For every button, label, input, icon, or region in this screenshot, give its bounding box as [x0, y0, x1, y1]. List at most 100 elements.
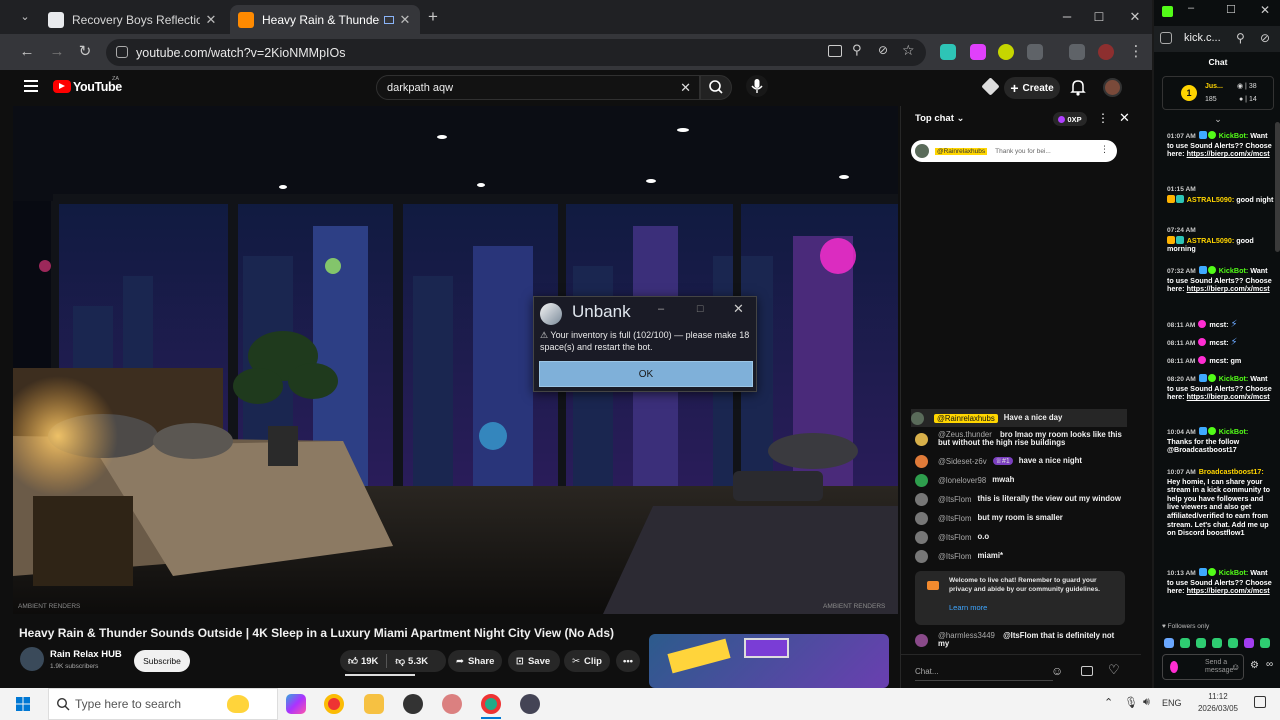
chat-input[interactable]: Chat... [915, 663, 1053, 681]
install-app-icon[interactable] [828, 45, 842, 57]
chrome-icon[interactable] [324, 694, 344, 714]
super-chat-icon[interactable] [1081, 666, 1093, 676]
close-window-icon[interactable]: ✕ [1260, 3, 1270, 17]
clip-button[interactable]: ✂ Clip [564, 650, 610, 672]
tab-search-button[interactable]: ⌄ [14, 6, 36, 28]
video-player[interactable]: AMBIENT RENDERS AMBIENT RENDERS [13, 106, 898, 614]
microphone-icon[interactable]: 🎙︎ [1124, 696, 1138, 709]
channel-avatar[interactable] [20, 647, 44, 671]
like-button[interactable]: 👍︎ 19K [348, 655, 378, 668]
message-author[interactable]: @Sideset-z6v [938, 457, 987, 466]
ok-button[interactable]: OK [539, 361, 753, 387]
emote-icon[interactable] [1228, 638, 1238, 648]
site-info-icon[interactable] [1160, 32, 1172, 44]
search-button[interactable] [700, 75, 732, 100]
emote-icon[interactable] [1212, 638, 1222, 648]
message-author[interactable]: @ItsFlom [938, 552, 971, 561]
clock[interactable]: 11:12 2026/03/05 [1190, 691, 1246, 715]
kick-message-input[interactable]: Send a message ☺ [1162, 654, 1244, 680]
speaker-icon[interactable]: 🔊︎ [1143, 696, 1150, 709]
dialog-minimize-icon[interactable]: – [658, 303, 664, 315]
zoom-icon[interactable]: ⚲ [852, 42, 862, 58]
app-icon[interactable] [520, 694, 540, 714]
emote-bar[interactable] [1164, 636, 1280, 650]
top-chat-dropdown[interactable]: Top chat ⌄ [915, 113, 965, 124]
taskbar-search-input[interactable]: Type here to search [48, 688, 278, 720]
youtube-logo-icon[interactable] [53, 80, 71, 93]
recommended-thumbnail[interactable] [649, 634, 889, 688]
extension-icon[interactable] [970, 44, 986, 60]
reading-list-icon[interactable] [1069, 44, 1085, 60]
channel-name[interactable]: Rain Relax HUB [50, 649, 122, 660]
settings-icon[interactable]: ⚙ [1250, 660, 1259, 671]
site-info-icon[interactable] [116, 46, 128, 58]
emote-icon[interactable] [1196, 638, 1206, 648]
emote-icon[interactable] [1260, 638, 1270, 648]
back-button[interactable]: ← [16, 41, 38, 63]
pinned-leaderboard[interactable]: 1 Jus... ◉ | 38 185 ● | 14 [1162, 76, 1274, 110]
notification-center-icon[interactable] [1254, 696, 1266, 708]
message-author[interactable]: @ItsFlom [938, 495, 971, 504]
chat-menu-icon[interactable]: ⋮ [1097, 111, 1109, 125]
message-author[interactable]: @ItsFlom [938, 533, 971, 542]
emoji-icon[interactable]: ☺ [1231, 662, 1240, 672]
sound-alerts-link[interactable]: https://bierp.com/x/mcst [1187, 284, 1270, 293]
youtube-search-input[interactable]: darkpath aqw ✕ [376, 75, 700, 100]
learn-more-link[interactable]: Learn more [949, 603, 987, 612]
file-explorer-icon[interactable] [364, 694, 384, 714]
url-field[interactable]: youtube.com/watch?v=2KioNMMpIOs ⚲ ⊘ ☆ [106, 39, 926, 66]
tab-heavy-rain[interactable]: Heavy Rain & Thunder Sou ✕ [230, 5, 420, 34]
chat-scrollbar[interactable] [1131, 136, 1141, 656]
more-actions-button[interactable]: ••• [616, 650, 640, 672]
subscribe-button[interactable]: Subscribe [134, 650, 190, 672]
forward-button[interactable]: → [46, 41, 68, 63]
reload-button[interactable]: ↻ [74, 41, 96, 63]
hide-icon[interactable]: ⊘ [878, 43, 888, 57]
message-author[interactable]: @lonelover98 [938, 476, 986, 485]
bookmark-star-icon[interactable]: ☆ [902, 42, 915, 59]
sound-alerts-link[interactable]: https://bierp.com/x/mcst [1187, 586, 1270, 595]
minimize-icon[interactable]: – [1188, 2, 1194, 14]
emote-icon[interactable] [1244, 638, 1254, 648]
share-button[interactable]: ➦ Share [448, 650, 502, 672]
voice-search-button[interactable] [746, 75, 768, 97]
ai-sparkle-icon[interactable] [981, 77, 1000, 96]
dislike-button[interactable]: 👎︎ 5.3K [395, 655, 428, 668]
extension-icon[interactable] [940, 44, 956, 60]
zoom-icon[interactable]: ⚲ [1236, 31, 1245, 45]
save-button[interactable]: ⊡ Save [508, 650, 560, 672]
extension-icon[interactable] [998, 44, 1014, 60]
close-window-icon[interactable]: ✕ [1124, 6, 1146, 28]
dialog-close-icon[interactable]: ✕ [733, 301, 744, 317]
copilot-icon[interactable] [286, 694, 306, 714]
language-indicator[interactable]: ENG [1162, 698, 1182, 708]
emote-icon[interactable] [1164, 638, 1174, 648]
message-author[interactable]: @Rainrelaxhubs [934, 413, 998, 423]
notifications-bell-icon[interactable] [1070, 78, 1086, 96]
new-tab-button[interactable]: + [422, 6, 444, 28]
tray-chevron-icon[interactable]: ⌃ [1104, 696, 1113, 709]
sound-alerts-link[interactable]: https://bierp.com/x/mcst [1187, 149, 1270, 158]
kick-url[interactable]: kick.c... [1184, 32, 1221, 44]
close-tab-icon[interactable]: ✕ [204, 12, 218, 28]
infinity-icon[interactable]: ∞ [1266, 659, 1273, 670]
heart-icon[interactable]: ♡ [1108, 662, 1120, 678]
tab-recovery-boys[interactable]: Recovery Boys Reflection ✕ [40, 5, 226, 34]
close-tab-icon[interactable]: ✕ [398, 12, 412, 28]
maximize-icon[interactable]: ☐ [1088, 6, 1110, 28]
windows-start-icon[interactable] [16, 697, 30, 711]
sound-alerts-link[interactable]: https://bierp.com/x/mcst [1187, 392, 1270, 401]
maximize-icon[interactable]: ☐ [1226, 3, 1236, 16]
obs-icon[interactable] [403, 694, 423, 714]
profile-avatar[interactable] [1098, 44, 1114, 60]
chrome-profile-icon[interactable] [481, 694, 501, 714]
emoji-icon[interactable]: ☺ [1051, 664, 1063, 678]
pinned-menu-icon[interactable]: ⋮ [1100, 144, 1109, 155]
hamburger-menu-icon[interactable] [24, 80, 38, 92]
collapse-chevron-icon[interactable]: ⌄ [1154, 114, 1280, 125]
dialog-maximize-icon[interactable]: ☐ [696, 304, 704, 315]
clear-search-icon[interactable]: ✕ [680, 80, 691, 96]
extensions-puzzle-icon[interactable] [1027, 44, 1043, 60]
create-button[interactable]: + Create [1004, 77, 1060, 99]
app-icon[interactable] [442, 694, 462, 714]
